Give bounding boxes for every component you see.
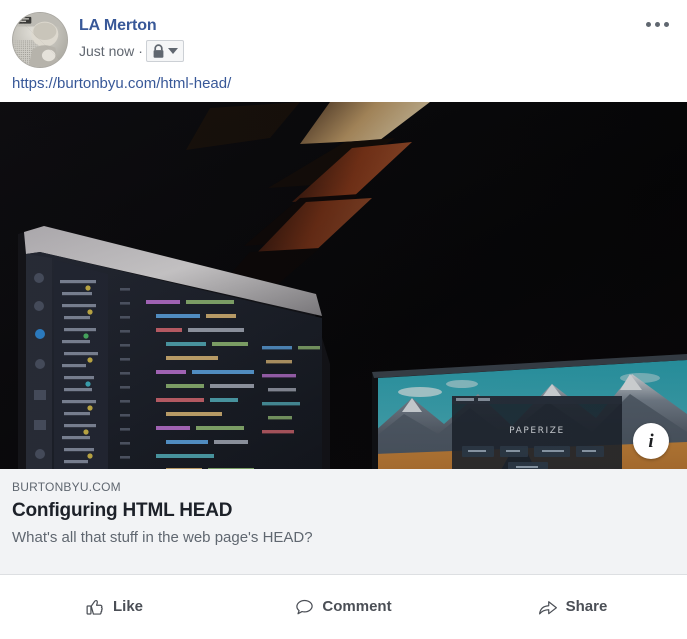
comment-button-label: Comment — [322, 598, 392, 615]
post-meta-row: Just now · — [79, 40, 184, 62]
share-arrow-icon — [538, 600, 557, 614]
post-body: https://burtonbyu.com/html-head/ — [0, 66, 687, 102]
author-name[interactable]: LA Merton — [79, 16, 184, 35]
image-info-button[interactable]: i — [633, 423, 669, 459]
like-button-label: Like — [112, 598, 143, 615]
avatar[interactable] — [12, 12, 68, 68]
avatar-image — [13, 13, 67, 67]
lock-icon — [153, 43, 164, 58]
meta-separator: · — [138, 43, 143, 59]
share-button[interactable]: Share — [458, 575, 687, 639]
ellipsis-dot — [655, 22, 660, 27]
chevron-down-icon — [167, 48, 178, 54]
post-header-text: LA Merton Just now · — [79, 12, 184, 62]
post-link-url[interactable]: https://burtonbyu.com/html-head/ — [12, 74, 231, 94]
link-domain: BURTONBYU.COM — [12, 480, 121, 494]
facebook-post-card: LA Merton Just now · https://burtonbyu.c… — [0, 0, 687, 639]
share-button-label: Share — [565, 598, 608, 615]
ellipsis-dot — [646, 22, 651, 27]
post-action-bar: Like Comment Share — [0, 575, 687, 639]
comment-bubble-icon — [296, 599, 314, 614]
post-timestamp[interactable]: Just now — [79, 43, 134, 59]
link-attachment-image[interactable]: PAPERIZE i — [0, 102, 687, 469]
ellipsis-dot — [664, 22, 669, 27]
post-header: LA Merton Just now · — [0, 0, 687, 68]
like-button[interactable]: Like — [0, 575, 229, 639]
comment-button[interactable]: Comment — [229, 575, 458, 639]
privacy-selector-button[interactable] — [145, 40, 184, 62]
link-title[interactable]: Configuring HTML HEAD — [12, 499, 675, 522]
info-icon: i — [648, 430, 654, 452]
link-description: What's all that stuff in the web page's … — [12, 529, 313, 546]
link-preview-footer[interactable]: BURTONBYU.COM Configuring HTML HEAD What… — [0, 469, 687, 575]
thumbs-up-icon — [86, 599, 103, 615]
post-options-button[interactable] — [642, 18, 673, 31]
attachment-photo: PAPERIZE — [0, 102, 687, 469]
